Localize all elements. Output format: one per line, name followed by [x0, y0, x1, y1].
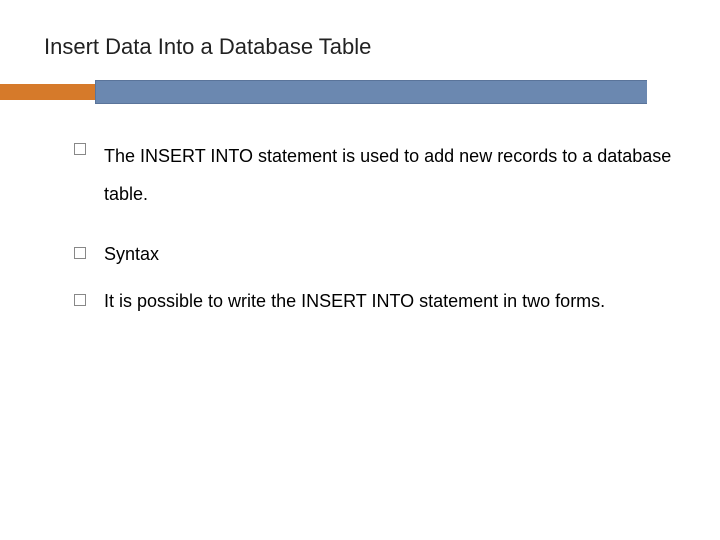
content-area: The INSERT INTO statement is used to add… [74, 138, 680, 342]
slide-title: Insert Data Into a Database Table [44, 34, 371, 60]
slide: Insert Data Into a Database Table The IN… [0, 0, 720, 540]
accent-orange [0, 84, 95, 100]
bullet-text: The INSERT INTO statement is used to add… [104, 138, 680, 214]
bullet-text: Syntax [104, 242, 159, 267]
list-item: Syntax [74, 242, 680, 267]
accent-bar [0, 80, 720, 104]
list-item: It is possible to write the INSERT INTO … [74, 289, 680, 314]
square-bullet-icon [74, 143, 86, 155]
accent-gap [647, 80, 720, 104]
square-bullet-icon [74, 247, 86, 259]
square-bullet-icon [74, 294, 86, 306]
list-item: The INSERT INTO statement is used to add… [74, 138, 680, 214]
accent-blue [95, 80, 649, 104]
bullet-text: It is possible to write the INSERT INTO … [104, 289, 605, 314]
